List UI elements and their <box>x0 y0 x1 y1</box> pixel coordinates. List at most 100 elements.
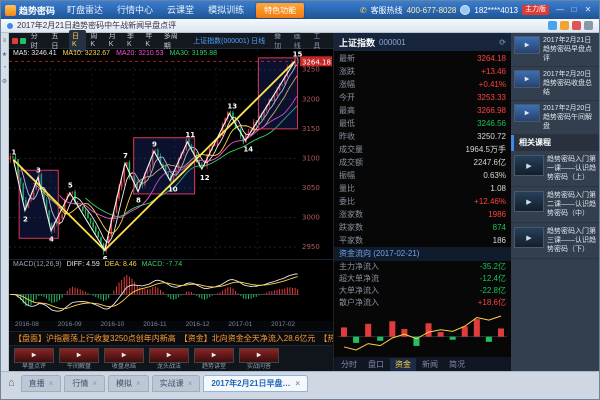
quote-label: 最低 <box>339 117 355 130</box>
bottom-tab[interactable]: 实战课 × <box>152 375 201 392</box>
tab-label: 模拟 <box>116 378 132 389</box>
svg-text:7: 7 <box>123 152 128 160</box>
menu-radar[interactable]: 盯盘雷达 <box>60 1 110 19</box>
svg-text:8: 8 <box>136 197 141 205</box>
main-candlestick-chart[interactable]: MA5: 3246.41MA10: 3232.67MA20: 3210.53MA… <box>9 49 333 259</box>
menu-icon[interactable]: ≡ <box>3 38 7 44</box>
quote-tab-分时[interactable]: 分时 <box>336 358 362 371</box>
phone-icon: ✆ <box>360 6 367 15</box>
window-controls: —□✕ <box>553 1 595 19</box>
course-item[interactable]: 趋势密码入门第一课——认识趋势密码（上） <box>511 151 599 187</box>
video-thumbnail[interactable]: 午间解盘 <box>59 348 99 372</box>
svg-text:9: 9 <box>152 140 157 148</box>
tab-close-icon[interactable]: × <box>92 379 97 388</box>
settings-icon[interactable] <box>584 21 593 30</box>
svg-text:5: 5 <box>68 182 73 190</box>
video-thumbnail[interactable]: 龙头战法 <box>149 348 189 372</box>
bottom-tab-bar: ⌂ 直播 × 行情 × 模拟 × 实战课 × 2017年2月21日早盘点评 × <box>1 371 599 399</box>
fund-label: 散户净流入 <box>339 297 379 309</box>
index-name: 上证指数 <box>339 36 375 49</box>
tab-close-icon[interactable]: × <box>188 379 193 388</box>
quote-row: 委比+12.46% <box>339 195 506 208</box>
course-thumbnail <box>514 155 544 176</box>
bottom-tab[interactable]: 模拟 × <box>108 375 149 392</box>
tab-label: 2017年2月21日早盘点评 <box>211 378 291 389</box>
svg-text:3050: 3050 <box>302 184 320 192</box>
app-title: 趋势密码 <box>19 4 55 17</box>
news-item[interactable]: 2017年2月21日趋势密码早盘点评 <box>511 33 599 67</box>
tab-close-icon[interactable]: × <box>49 379 54 388</box>
quote-tab-资金[interactable]: 资金 <box>390 358 416 371</box>
avatar[interactable] <box>460 5 470 15</box>
svg-text:14: 14 <box>243 146 253 154</box>
quote-label: 最新 <box>339 52 355 65</box>
tab-label: 实战课 <box>160 378 184 389</box>
title-bar: 趋势密码 盯盘雷达行情中心云课堂模拟训练 特色功能 ✆ 客服热线 400-677… <box>1 1 599 19</box>
news-ticker[interactable]: 【盘面】沪指震荡上行收复3250点创年内新高 【资金】北向资金全天净流入28.6… <box>9 331 333 345</box>
bottom-tab[interactable]: 直播 × <box>21 375 62 392</box>
chart-toolbar: 分时五日日K周K月K季K年K多周期 上证指数(000001) 日线 叠加画线工具 <box>9 33 333 49</box>
fund-flow-header: 资金流向 (2017-02-21) <box>334 247 511 261</box>
menu-cloud[interactable]: 云课堂 <box>160 1 201 19</box>
quote-row: 涨家数1986 <box>339 208 506 221</box>
quote-label: 成交量 <box>339 143 363 156</box>
quote-value: 874 <box>493 221 506 234</box>
news-item[interactable]: 2017年2月20日趋势密码午间解盘 <box>511 101 599 135</box>
quote-row: 量比1.08 <box>339 182 506 195</box>
course-list: 趋势密码入门第一课——认识趋势密码（上）趋势密码入门第二课——认识趋势密码（中）… <box>511 151 599 259</box>
svg-text:3200: 3200 <box>302 95 320 103</box>
tab-label: 直播 <box>29 378 45 389</box>
refresh-icon[interactable]: ⟳ <box>499 38 506 47</box>
clock-icon[interactable]: ◔ <box>3 65 7 71</box>
time-label: 2016-08 <box>15 321 39 331</box>
quote-row: 昨收3250.72 <box>339 130 506 143</box>
close-button[interactable]: ✕ <box>581 1 595 19</box>
user-account[interactable]: 182****4013 <box>474 6 518 15</box>
bottom-tab[interactable]: 行情 × <box>64 375 105 392</box>
quote-label: 平家数 <box>339 234 363 247</box>
home-icon[interactable]: ⌂ <box>5 375 18 392</box>
course-item[interactable]: 趋势密码入门第二课——认识趋势密码（中） <box>511 187 599 223</box>
menu-quotes[interactable]: 行情中心 <box>110 1 160 19</box>
quote-tab-新闻[interactable]: 新闻 <box>417 358 443 371</box>
minimize-button[interactable]: — <box>553 1 567 19</box>
quote-tab-简况[interactable]: 简况 <box>444 358 470 371</box>
quote-row: 最高3266.98 <box>339 104 506 117</box>
menu-sim[interactable]: 模拟训练 <box>201 1 251 19</box>
video-thumbnail-strip: 早盘点评午间解盘收盘总结龙头战法趋势讲堂实战问答 <box>9 345 333 373</box>
video-thumbnail-image <box>14 348 54 363</box>
news-item[interactable]: 2017年2月20日趋势密码收盘总结 <box>511 67 599 101</box>
svg-text:13: 13 <box>227 102 237 110</box>
svg-text:12: 12 <box>200 174 210 182</box>
quote-tabs: 分时盘口资金新闻简况 <box>334 357 511 371</box>
gear-icon[interactable]: ⚙ <box>2 78 7 85</box>
video-thumbnail[interactable]: 早盘点评 <box>14 348 54 372</box>
course-thumbnail <box>514 191 544 212</box>
app-window: 趋势密码 盯盘雷达行情中心云课堂模拟训练 特色功能 ✆ 客服热线 400-677… <box>0 0 600 400</box>
maximize-button[interactable]: □ <box>567 1 581 19</box>
alert-icon[interactable] <box>572 21 581 30</box>
tab-close-icon[interactable]: × <box>136 379 141 388</box>
video-thumbnail[interactable]: 实战问答 <box>239 348 279 372</box>
course-item[interactable]: 趋势密码入门第三课——认识趋势密码（下） <box>511 223 599 259</box>
fund-flow-mini-chart[interactable] <box>338 310 507 356</box>
course-thumbnail <box>514 227 544 248</box>
feature-button[interactable]: 特色功能 <box>256 3 304 18</box>
tab-close-icon[interactable]: × <box>295 379 300 388</box>
macd-indicator-panel[interactable]: MACD(12,26,9) DIFF: 4.59 DEA: 8.46 MACD:… <box>9 259 333 321</box>
video-thumbnail[interactable]: 收盘总结 <box>104 348 144 372</box>
quote-row: 最新3264.18 <box>339 52 506 65</box>
svg-text:3100: 3100 <box>302 154 320 162</box>
quote-label: 涨跌 <box>339 65 355 78</box>
message-icon[interactable] <box>560 21 569 30</box>
tab-label: 行情 <box>72 378 88 389</box>
bottom-tab[interactable]: 2017年2月21日早盘点评 × <box>203 375 308 392</box>
video-thumbnail[interactable]: 趋势讲堂 <box>194 348 234 372</box>
svg-text:3: 3 <box>36 166 41 174</box>
quote-value: 186 <box>493 234 506 247</box>
left-icon-strip: ≡ ★ ◔ ⚙ <box>1 33 9 371</box>
quote-tab-盘口[interactable]: 盘口 <box>363 358 389 371</box>
svg-text:1: 1 <box>11 149 16 157</box>
refresh-icon[interactable] <box>548 21 557 30</box>
star-icon[interactable]: ★ <box>2 51 7 58</box>
